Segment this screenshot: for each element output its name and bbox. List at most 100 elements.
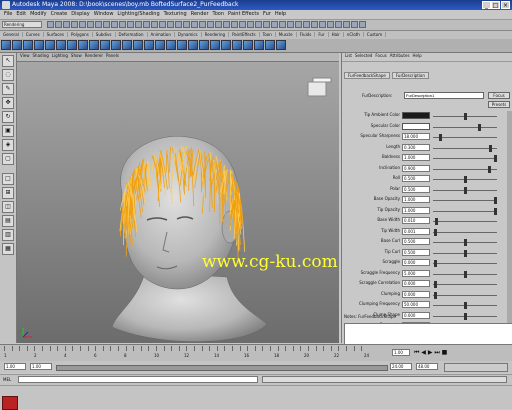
- slider-knob[interactable]: [488, 166, 491, 173]
- status-tool-icon[interactable]: [279, 21, 286, 28]
- shelf-tab[interactable]: Fluids: [297, 32, 316, 37]
- shelf-tool-icon[interactable]: [232, 40, 242, 50]
- outliner-layout-icon[interactable]: ▤: [2, 215, 14, 227]
- viewport[interactable]: www.cg-ku.com: [17, 62, 339, 343]
- status-tool-icon[interactable]: [111, 21, 118, 28]
- slider-knob[interactable]: [435, 218, 438, 225]
- attribute-value-field[interactable]: 0.001: [402, 228, 430, 235]
- menu-item[interactable]: Edit: [16, 11, 26, 17]
- slider-knob[interactable]: [489, 145, 492, 152]
- character-set-menu[interactable]: [444, 363, 508, 372]
- slider-knob[interactable]: [464, 250, 467, 257]
- attribute-value-field[interactable]: 0.300: [402, 144, 430, 151]
- command-input[interactable]: [18, 376, 258, 383]
- attribute-value-field[interactable]: 0.500: [402, 175, 430, 182]
- range-start-field[interactable]: 1.00: [30, 363, 52, 370]
- shelf-tool-icon[interactable]: [221, 40, 231, 50]
- ae-menu-item[interactable]: Selected: [355, 53, 372, 58]
- shelf-tool-icon[interactable]: [34, 40, 44, 50]
- view-cube-icon[interactable]: [308, 78, 331, 96]
- shelf-tool-icon[interactable]: [254, 40, 264, 50]
- focus-button[interactable]: Focus: [488, 92, 510, 99]
- shelf-tool-icon[interactable]: [122, 40, 132, 50]
- status-tool-icon[interactable]: [263, 21, 270, 28]
- attribute-value-field[interactable]: 1.000: [402, 207, 430, 214]
- manipulator-icon[interactable]: ◈: [2, 139, 14, 151]
- shelf-tab[interactable]: nCloth: [344, 32, 364, 37]
- node-name-input[interactable]: [404, 92, 484, 99]
- status-tool-icon[interactable]: [255, 21, 262, 28]
- time-slider[interactable]: 124681012141618202224 1.00 ⏮ ◀ ▶ ⏭ ■: [0, 344, 512, 361]
- menu-item[interactable]: Texturing: [164, 11, 187, 17]
- shelf-tool-icon[interactable]: [155, 40, 165, 50]
- attribute-value-field[interactable]: 18.000: [402, 133, 430, 140]
- slider-knob[interactable]: [464, 176, 467, 183]
- ae-menu-item[interactable]: Help: [413, 53, 422, 58]
- slider-track[interactable]: [433, 295, 497, 296]
- status-tool-icon[interactable]: [87, 21, 94, 28]
- lasso-tool-icon[interactable]: ◌: [2, 69, 14, 81]
- status-tool-icon[interactable]: [167, 21, 174, 28]
- color-swatch[interactable]: [402, 112, 430, 119]
- status-tool-icon[interactable]: [175, 21, 182, 28]
- attribute-value-field[interactable]: 0.500: [402, 238, 430, 245]
- graph-layout-icon[interactable]: ▥: [2, 229, 14, 241]
- playback-controls[interactable]: ⏮ ◀ ▶ ⏭ ■: [414, 349, 447, 357]
- slider-track[interactable]: [433, 127, 497, 128]
- shelf-tool-icon[interactable]: [188, 40, 198, 50]
- color-swatch[interactable]: [402, 123, 430, 130]
- viewport-menu-item[interactable]: Shading: [33, 53, 49, 58]
- shelf-tab[interactable]: Toon: [260, 32, 276, 37]
- ae-tab[interactable]: FurFeedbackShape: [344, 72, 390, 79]
- shelf-tool-icon[interactable]: [89, 40, 99, 50]
- status-tool-icon[interactable]: [119, 21, 126, 28]
- attribute-value-field[interactable]: 1.000: [402, 196, 430, 203]
- status-tool-icon[interactable]: [199, 21, 206, 28]
- attribute-value-field[interactable]: 0.900: [402, 165, 430, 172]
- shelf-tab[interactable]: PaintEffects: [229, 32, 260, 37]
- shelf-tab[interactable]: Curves: [23, 32, 44, 37]
- move-tool-icon[interactable]: ✥: [2, 97, 14, 109]
- shelf-tool-icon[interactable]: [1, 40, 11, 50]
- slider-knob[interactable]: [464, 239, 467, 246]
- shelf-tool-icon[interactable]: [243, 40, 253, 50]
- shelf-tool-icon[interactable]: [133, 40, 143, 50]
- attribute-value-field[interactable]: 0.500: [402, 249, 430, 256]
- status-tool-icon[interactable]: [159, 21, 166, 28]
- slider-knob[interactable]: [434, 229, 437, 236]
- slider-track[interactable]: [433, 158, 497, 159]
- status-tool-icon[interactable]: [47, 21, 54, 28]
- menu-item[interactable]: Fur: [263, 11, 271, 17]
- shelf-tool-icon[interactable]: [78, 40, 88, 50]
- last-tool-icon[interactable]: ▢: [2, 153, 14, 165]
- presets-button[interactable]: Presets: [488, 101, 510, 108]
- attribute-value-field[interactable]: 0.000: [402, 291, 430, 298]
- shelf-tool-icon[interactable]: [276, 40, 286, 50]
- status-tool-icon[interactable]: [103, 21, 110, 28]
- range-bar[interactable]: [56, 365, 388, 371]
- slider-track[interactable]: [433, 232, 497, 233]
- status-tool-icon[interactable]: [215, 21, 222, 28]
- slider-knob[interactable]: [494, 208, 497, 215]
- slider-track[interactable]: [433, 211, 497, 212]
- menu-item[interactable]: Lighting/Shading: [117, 11, 159, 17]
- viewport-menu-item[interactable]: Lighting: [52, 53, 68, 58]
- status-tool-icon[interactable]: [79, 21, 86, 28]
- status-tool-icon[interactable]: [287, 21, 294, 28]
- shelf-tool-icon[interactable]: [111, 40, 121, 50]
- shelf-tool-icon[interactable]: [100, 40, 110, 50]
- attribute-value-field[interactable]: 0.000: [402, 280, 430, 287]
- attribute-value-field[interactable]: 50.000: [402, 301, 430, 308]
- slider-track[interactable]: [433, 221, 497, 222]
- single-pane-layout-icon[interactable]: □: [2, 173, 14, 185]
- start-icon[interactable]: [2, 396, 18, 410]
- shelf-tool-icon[interactable]: [67, 40, 77, 50]
- slider-knob[interactable]: [494, 197, 497, 204]
- end-time-field[interactable]: 48.00: [416, 363, 438, 370]
- shelf-tool-icon[interactable]: [210, 40, 220, 50]
- menu-item[interactable]: File: [4, 11, 12, 17]
- viewport-menu-item[interactable]: View: [20, 53, 30, 58]
- shelf-tab[interactable]: Animation: [148, 32, 175, 37]
- shelf-tool-icon[interactable]: [23, 40, 33, 50]
- status-tool-icon[interactable]: [151, 21, 158, 28]
